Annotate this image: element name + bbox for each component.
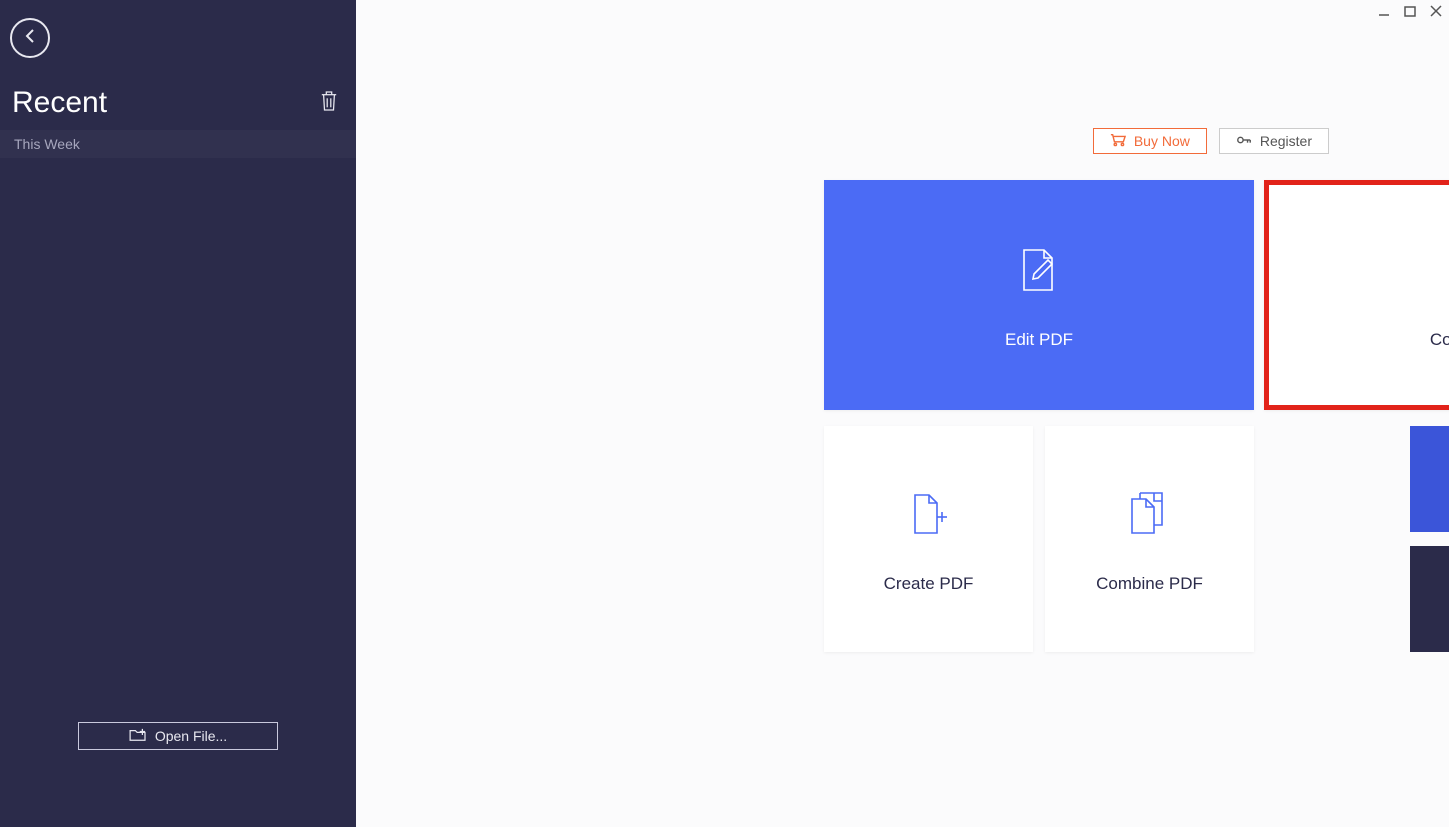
buy-now-button[interactable]: Buy Now bbox=[1093, 128, 1207, 154]
recent-header: Recent bbox=[0, 58, 356, 130]
tile-combine-label: Combine PDF bbox=[1096, 574, 1203, 594]
maximize-button[interactable] bbox=[1401, 2, 1419, 20]
main-area: Buy Now Register Edit PDF Convert PDF bbox=[356, 0, 1449, 827]
tile-combine-pdf[interactable]: Combine PDF bbox=[1045, 426, 1254, 652]
tile-edit-label: Edit PDF bbox=[1005, 330, 1073, 350]
tile-create-label: Create PDF bbox=[884, 574, 974, 594]
section-this-week: This Week bbox=[0, 130, 356, 158]
tile-convert-pdf[interactable]: Convert PDF bbox=[1264, 180, 1449, 410]
window-controls bbox=[1375, 2, 1445, 20]
side-tiles: Batch Process PDF Templates bbox=[1410, 426, 1449, 652]
back-button[interactable] bbox=[10, 18, 50, 58]
topbar: Buy Now Register bbox=[1093, 128, 1329, 154]
open-file-button[interactable]: Open File... bbox=[78, 722, 278, 750]
combine-pdf-icon bbox=[1124, 484, 1176, 542]
minimize-button[interactable] bbox=[1375, 2, 1393, 20]
tile-edit-pdf[interactable]: Edit PDF bbox=[824, 180, 1254, 410]
register-label: Register bbox=[1260, 133, 1312, 149]
tile-pdf-templates[interactable]: PDF Templates bbox=[1410, 546, 1449, 652]
tile-create-pdf[interactable]: Create PDF bbox=[824, 426, 1033, 652]
tiles-grid: Edit PDF Convert PDF Create PDF Combine … bbox=[824, 180, 1449, 652]
open-file-label: Open File... bbox=[155, 728, 227, 744]
buy-now-label: Buy Now bbox=[1134, 133, 1190, 149]
key-icon bbox=[1236, 133, 1252, 150]
edit-pdf-icon bbox=[1014, 240, 1064, 298]
sidebar: Recent This Week Open File... bbox=[0, 0, 356, 827]
tile-batch-process[interactable]: Batch Process bbox=[1410, 426, 1449, 532]
register-button[interactable]: Register bbox=[1219, 128, 1329, 154]
chevron-left-icon bbox=[22, 28, 38, 49]
folder-icon bbox=[129, 728, 147, 745]
create-pdf-icon bbox=[905, 484, 953, 542]
recent-title: Recent bbox=[12, 86, 107, 120]
trash-icon[interactable] bbox=[320, 90, 338, 117]
tiles-row-2-left: Create PDF Combine PDF bbox=[824, 426, 1254, 652]
cart-icon bbox=[1110, 133, 1126, 150]
close-button[interactable] bbox=[1427, 2, 1445, 20]
tile-convert-label: Convert PDF bbox=[1430, 330, 1449, 350]
